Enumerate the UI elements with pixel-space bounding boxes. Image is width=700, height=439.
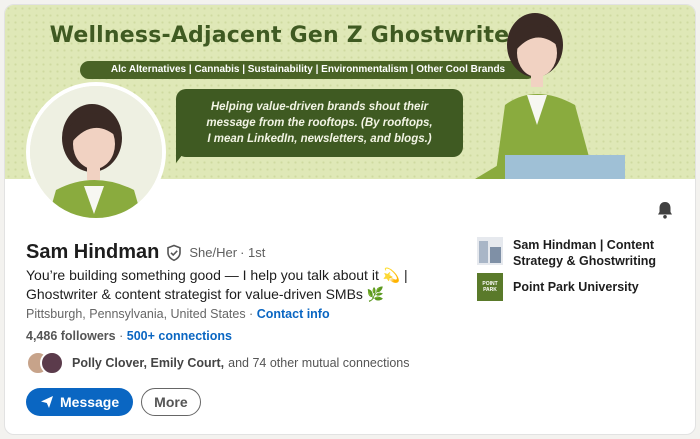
org-education[interactable]: POINT PARK Point Park University [477, 273, 673, 301]
university-logo: POINT PARK [477, 273, 503, 301]
name-row: Sam Hindman She/Her · 1st [26, 241, 265, 264]
company-logo [477, 237, 503, 265]
followers-row: 4,486 followers · 500+ connections [26, 329, 232, 343]
university-name: Point Park University [513, 280, 639, 294]
profile-name: Sam Hindman [26, 241, 160, 263]
more-button-label: More [154, 394, 188, 410]
mutual-rest: and 74 other mutual connections [228, 356, 410, 370]
send-icon [41, 396, 53, 408]
banner-speech-bubble: Helping value-driven brands shout their … [176, 89, 463, 157]
message-button-label: Message [60, 394, 120, 410]
mutual-avatar [40, 351, 64, 375]
profile-headline: You’re building something good — I help … [26, 267, 408, 302]
mutual-avatars [26, 351, 66, 375]
location-row: Pittsburgh, Pennsylvania, United States … [26, 307, 330, 321]
connection-degree: · 1st [240, 245, 266, 260]
verified-shield-icon[interactable] [165, 244, 183, 262]
mutual-connections[interactable]: Polly Clover, Emily Court, and 74 other … [26, 351, 410, 375]
separator: · [119, 329, 127, 343]
action-buttons: Message More [26, 388, 201, 416]
banner-portrait-illustration [475, 13, 625, 179]
profile-card: Wellness-Adjacent Gen Z Ghostwriter Alc … [4, 4, 696, 435]
connections-link[interactable]: 500+ connections [127, 329, 232, 343]
profile-location: Pittsburgh, Pennsylvania, United States … [26, 307, 254, 321]
profile-avatar[interactable] [26, 82, 166, 222]
banner-tagline: Helping value-driven brands shout their … [206, 101, 433, 145]
message-button[interactable]: Message [26, 388, 134, 416]
more-button[interactable]: More [141, 388, 201, 416]
banner-niches: Alc Alternatives | Cannabis | Sustainabi… [80, 61, 536, 79]
followers-count: 4,486 followers [26, 329, 116, 343]
org-current-company[interactable]: Sam Hindman | Content Strategy & Ghostwr… [477, 237, 673, 269]
contact-info-link[interactable]: Contact info [257, 307, 330, 321]
mutual-names: Polly Clover, Emily Court, [72, 356, 225, 370]
avatar-photo [30, 86, 162, 218]
company-name: Sam Hindman | Content Strategy & Ghostwr… [513, 238, 657, 268]
bell-icon[interactable] [655, 200, 675, 220]
profile-pronouns: She/Her [189, 245, 238, 260]
